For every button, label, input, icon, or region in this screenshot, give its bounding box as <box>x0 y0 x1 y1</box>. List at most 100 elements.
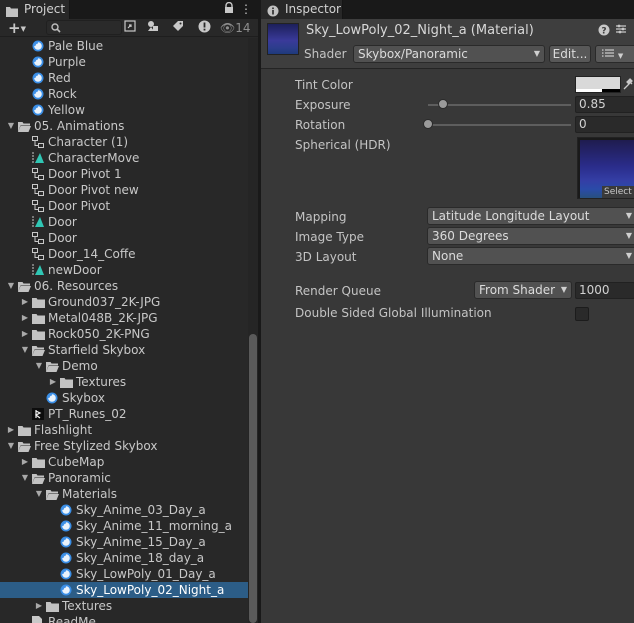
exposure-slider-track[interactable] <box>428 104 571 106</box>
lock-icon[interactable] <box>222 1 236 16</box>
create-button[interactable]: +▼ <box>4 20 30 36</box>
spherical-texture-slot[interactable]: Select <box>577 137 634 199</box>
folder-icon <box>46 600 59 612</box>
tree-item-label: newDoor <box>48 263 102 277</box>
visibility-toggle[interactable]: 👁14 <box>220 20 256 36</box>
tree-folder-row[interactable]: ▶ Ground037_2K-JPG <box>0 294 248 310</box>
expand-arrow-right-icon[interactable]: ▶ <box>48 374 58 390</box>
tree-folder-row[interactable]: ▼ Starfield Skybox <box>0 342 248 358</box>
tab-project[interactable]: Project <box>0 0 70 19</box>
tree-folder-row[interactable]: ▶ Flashlight <box>0 422 248 438</box>
tree-asset-row[interactable]: Sky_Anime_03_Day_a <box>0 502 248 518</box>
rotation-slider-knob[interactable] <box>423 119 433 129</box>
tree-asset-row[interactable]: Door Pivot 1 <box>0 166 248 182</box>
filter-by-type-icon[interactable] <box>145 20 161 36</box>
tree-asset-row[interactable]: PT_Runes_02 <box>0 406 248 422</box>
tree-asset-row[interactable]: Sky_Anime_11_morning_a <box>0 518 248 534</box>
tree-folder-row[interactable]: ▶ Textures <box>0 598 248 614</box>
folder-open-icon <box>32 344 45 356</box>
tree-asset-row[interactable]: Sky_LowPoly_02_Night_a <box>0 582 248 598</box>
expand-arrow-down-icon[interactable]: ▼ <box>20 342 30 358</box>
tree-asset-row[interactable]: Red <box>0 70 248 86</box>
expand-arrow-right-icon[interactable]: ▶ <box>20 326 30 342</box>
hidden-packages-icon[interactable] <box>196 20 212 36</box>
shader-menu-button[interactable]: ▼ <box>595 45 634 63</box>
tree-asset-row[interactable]: Purple <box>0 54 248 70</box>
animator-icon <box>32 232 44 244</box>
shader-dropdown[interactable]: Skybox/Panoramic ▼ <box>353 45 545 63</box>
tree-asset-row[interactable]: Character (1) <box>0 134 248 150</box>
double-sided-gi-checkbox[interactable] <box>575 307 589 321</box>
expand-arrow-right-icon[interactable]: ▶ <box>6 422 16 438</box>
exposure-slider-knob[interactable] <box>438 99 449 109</box>
tree-folder-row[interactable]: ▶ Textures <box>0 374 248 390</box>
folder-icon <box>32 296 45 308</box>
tab-inspector[interactable]: Inspector <box>261 0 343 19</box>
tree-asset-row[interactable]: ReadMe <box>0 614 248 623</box>
tree-folder-row[interactable]: ▼ Materials <box>0 486 248 502</box>
tree-asset-row[interactable]: Door Pivot <box>0 198 248 214</box>
expand-arrow-right-icon[interactable]: ▶ <box>20 310 30 326</box>
tree-folder-row[interactable]: ▼ 06. Resources <box>0 278 248 294</box>
chevron-down-icon: ▼ <box>533 49 540 58</box>
scene-search-icon[interactable] <box>122 20 138 36</box>
tree-asset-row[interactable]: Yellow <box>0 102 248 118</box>
folder-open-icon <box>46 360 59 372</box>
expand-arrow-right-icon[interactable]: ▶ <box>34 598 44 614</box>
material-preview-thumbnail <box>267 23 299 55</box>
tree-folder-row[interactable]: ▼ 05. Animations <box>0 118 248 134</box>
tree-asset-row[interactable]: Door <box>0 214 248 230</box>
rotation-field[interactable]: 0 <box>575 116 634 133</box>
image-type-dropdown[interactable]: 360 Degrees ▼ <box>427 227 634 245</box>
expand-arrow-down-icon[interactable]: ▼ <box>34 486 44 502</box>
tree-asset-row[interactable]: Rock <box>0 86 248 102</box>
tree-folder-row[interactable]: ▶ CubeMap <box>0 454 248 470</box>
search-input[interactable] <box>46 20 122 35</box>
render-queue-field[interactable]: 1000 <box>575 282 634 299</box>
tree-item-label: 05. Animations <box>34 119 125 133</box>
animator-icon <box>32 136 44 148</box>
eyedropper-icon[interactable] <box>623 78 633 93</box>
file-icon <box>32 616 44 623</box>
tree-folder-row[interactable]: ▶ Rock050_2K-PNG <box>0 326 248 342</box>
tree-asset-row[interactable]: Door Pivot new <box>0 182 248 198</box>
preset-sliders-icon[interactable] <box>615 23 627 38</box>
expand-arrow-down-icon[interactable]: ▼ <box>6 438 16 454</box>
kebab-menu-icon[interactable]: ⋮ <box>239 2 253 16</box>
tree-asset-row[interactable]: Sky_LowPoly_01_Day_a <box>0 566 248 582</box>
tree-folder-row[interactable]: ▼ Panoramic <box>0 470 248 486</box>
expand-arrow-right-icon[interactable]: ▶ <box>20 454 30 470</box>
tab-project-label: Project <box>24 2 66 16</box>
expand-arrow-down-icon[interactable]: ▼ <box>34 358 44 374</box>
tree-asset-row[interactable]: Door <box>0 230 248 246</box>
tree-folder-row[interactable]: ▼ Demo <box>0 358 248 374</box>
project-scrollbar[interactable] <box>248 38 258 623</box>
expand-arrow-down-icon[interactable]: ▼ <box>6 278 16 294</box>
rotation-slider-track[interactable] <box>428 124 571 126</box>
tree-asset-row[interactable]: newDoor <box>0 262 248 278</box>
filter-by-label-icon[interactable] <box>170 20 186 36</box>
chevron-down-icon: ▼ <box>20 25 26 33</box>
exposure-field[interactable]: 0.85 <box>575 96 634 113</box>
layout-3d-dropdown[interactable]: None ▼ <box>427 247 634 265</box>
render-queue-source-dropdown[interactable]: From Shader ▼ <box>474 281 572 299</box>
expand-arrow-right-icon[interactable]: ▶ <box>20 294 30 310</box>
mapping-dropdown[interactable]: Latitude Longitude Layout ▼ <box>427 207 634 225</box>
tree-asset-row[interactable]: Pale Blue <box>0 38 248 54</box>
material-icon <box>32 104 44 116</box>
scrollbar-thumb[interactable] <box>249 334 257 623</box>
edit-shader-button[interactable]: Edit... <box>549 45 591 63</box>
animator-icon <box>32 200 44 212</box>
tree-asset-row[interactable]: CharacterMove <box>0 150 248 166</box>
expand-arrow-down-icon[interactable]: ▼ <box>20 470 30 486</box>
tint-color-field[interactable] <box>575 76 621 93</box>
tree-asset-row[interactable]: Door_14_Coffe <box>0 246 248 262</box>
expand-arrow-down-icon[interactable]: ▼ <box>6 118 16 134</box>
tree-asset-row[interactable]: Sky_Anime_18_day_a <box>0 550 248 566</box>
tree-asset-row[interactable]: Sky_Anime_15_Day_a <box>0 534 248 550</box>
tree-asset-row[interactable]: Skybox <box>0 390 248 406</box>
tree-folder-row[interactable]: ▼ Free Stylized Skybox <box>0 438 248 454</box>
texture-select-button[interactable]: Select <box>602 186 634 198</box>
tree-folder-row[interactable]: ▶ Metal048B_2K-JPG <box>0 310 248 326</box>
help-icon[interactable]: ? <box>598 24 610 39</box>
